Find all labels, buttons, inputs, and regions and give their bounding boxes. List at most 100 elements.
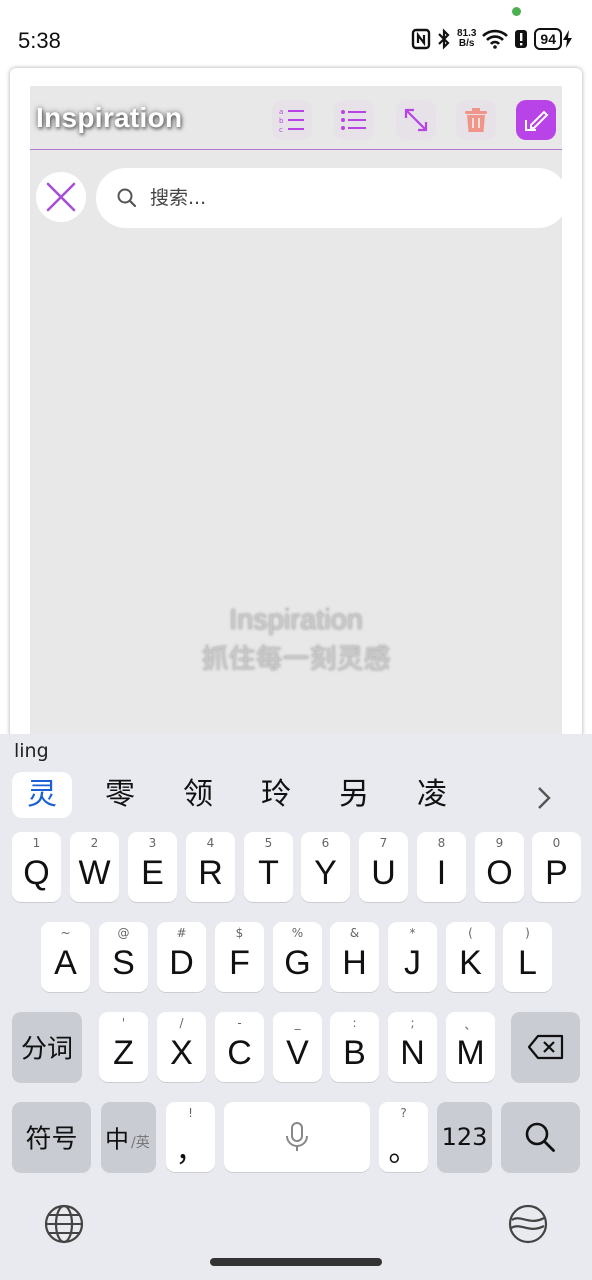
close-icon — [46, 182, 76, 212]
key-hint: $ — [235, 926, 244, 940]
key-letter: Y — [314, 854, 337, 892]
key-x[interactable]: / X — [157, 1012, 206, 1082]
svg-text:a: a — [279, 108, 283, 116]
key-hint: 7 — [379, 836, 388, 850]
backspace-icon — [527, 1034, 564, 1060]
key-l[interactable]: ) L — [503, 922, 552, 992]
expand-button[interactable] — [396, 100, 436, 140]
period-key[interactable]: ?。 — [379, 1102, 428, 1172]
key-e[interactable]: 3E — [128, 832, 177, 902]
key-letter: U — [371, 854, 396, 892]
key-q[interactable]: 1Q — [12, 832, 61, 902]
key-c[interactable]: -C — [215, 1012, 264, 1082]
key-h[interactable]: & H — [330, 922, 379, 992]
numbers-key[interactable]: 123 — [437, 1102, 492, 1172]
list-view-button[interactable] — [334, 100, 374, 140]
close-search-button[interactable] — [36, 172, 86, 222]
battery-level: 94 — [534, 28, 562, 50]
status-bar: 5:38 81.3 B/s 94 — [0, 0, 592, 70]
chevron-right-icon[interactable] — [526, 780, 562, 816]
segment-key-label: 分词 — [20, 1034, 73, 1065]
new-note-button[interactable] — [516, 100, 556, 140]
key-b[interactable]: :B — [330, 1012, 379, 1082]
candidate-item[interactable]: 凌 — [402, 772, 462, 818]
key-hint: % — [291, 926, 304, 940]
globe-icon[interactable] — [42, 1202, 86, 1246]
key-n[interactable]: ; N — [388, 1012, 437, 1082]
key-hint: 6 — [321, 836, 330, 850]
app-window: Inspiration a b c 搜索... Inspiration 抓住每一… — [10, 68, 582, 748]
key-letter: H — [342, 944, 367, 982]
key-s[interactable]: @ S — [99, 922, 148, 992]
key-letter: A — [54, 944, 77, 982]
alert-icon — [515, 30, 528, 48]
key-o[interactable]: 9O — [475, 832, 524, 902]
key-hint: 、 — [464, 1018, 477, 1032]
key-hint: ? — [400, 1106, 407, 1120]
sort-alpha-icon: a b c — [279, 108, 304, 134]
key-k[interactable]: (K — [446, 922, 495, 992]
key-d[interactable]: # D — [157, 922, 206, 992]
svg-text:b: b — [279, 117, 284, 125]
search-box[interactable] — [96, 168, 568, 228]
candidate-item[interactable]: 零 — [90, 772, 150, 818]
home-indicator[interactable] — [210, 1258, 382, 1266]
key-letter: J — [404, 944, 421, 982]
key-m[interactable]: 、 M — [446, 1012, 495, 1082]
sort-alpha-button[interactable]: a b c — [272, 100, 312, 140]
key-hint: # — [176, 926, 187, 940]
candidate-item[interactable]: 另 — [324, 772, 384, 818]
key-i[interactable]: 8I — [417, 832, 466, 902]
key-hint: 0 — [552, 836, 561, 850]
key-letter: O — [486, 854, 513, 892]
key-a[interactable]: ~ A — [41, 922, 90, 992]
space-key[interactable] — [224, 1102, 370, 1172]
backspace-key[interactable] — [511, 1012, 580, 1082]
key-p[interactable]: 0P — [532, 832, 581, 902]
key-hint: 1 — [32, 836, 41, 850]
key-letter: Q — [23, 854, 50, 892]
key-j[interactable]: * J — [388, 922, 437, 992]
segment-key[interactable]: 分词 — [12, 1012, 82, 1082]
key-hint: ) — [525, 926, 530, 940]
key-letter: W — [78, 854, 111, 892]
candidate-item[interactable]: 玲 — [246, 772, 306, 818]
symbols-key[interactable]: 符号 — [12, 1102, 91, 1172]
key-f[interactable]: $ F — [215, 922, 264, 992]
comma-key[interactable]: !， — [166, 1102, 215, 1172]
key-z[interactable]: ' Z — [99, 1012, 148, 1082]
key-y[interactable]: 6Y — [301, 832, 350, 902]
candidate-item[interactable]: 领 — [168, 772, 228, 818]
key-hint: 2 — [90, 836, 99, 850]
key-hint: & — [349, 926, 360, 940]
key-g[interactable]: % G — [273, 922, 322, 992]
key-hint: ! — [188, 1106, 193, 1120]
key-hint: ( — [468, 926, 473, 940]
wifi-icon — [482, 29, 509, 49]
search-action-key[interactable] — [501, 1102, 580, 1172]
list-icon — [341, 110, 366, 130]
key-u[interactable]: 7U — [359, 832, 408, 902]
key-r[interactable]: 4R — [186, 832, 235, 902]
svg-text:c: c — [279, 126, 283, 134]
key-letter: V — [286, 1034, 309, 1072]
charging-icon — [563, 30, 572, 48]
key-v[interactable]: _ V — [273, 1012, 322, 1082]
search-icon — [117, 188, 137, 208]
candidate-item[interactable]: 灵 — [12, 772, 72, 818]
key-letter: M — [456, 1034, 485, 1072]
language-switch-key[interactable]: 中 /英 — [101, 1102, 156, 1172]
search-input[interactable] — [150, 187, 530, 209]
app-content: Inspiration a b c 搜索... Inspiration 抓住每一… — [30, 86, 568, 748]
keyboard-theme-icon[interactable] — [506, 1202, 550, 1246]
key-hint: 9 — [495, 836, 504, 850]
key-letter: L — [518, 944, 537, 982]
key-hint: 8 — [437, 836, 446, 850]
key-t[interactable]: 5T — [244, 832, 293, 902]
key-w[interactable]: 2W — [70, 832, 119, 902]
net-speed: 81.3 B/s — [457, 29, 476, 49]
symbols-key-label: 符号 — [25, 1124, 78, 1155]
delete-button[interactable] — [456, 100, 496, 140]
key-letter: N — [400, 1034, 425, 1072]
pinyin-composition: ling — [14, 740, 49, 762]
